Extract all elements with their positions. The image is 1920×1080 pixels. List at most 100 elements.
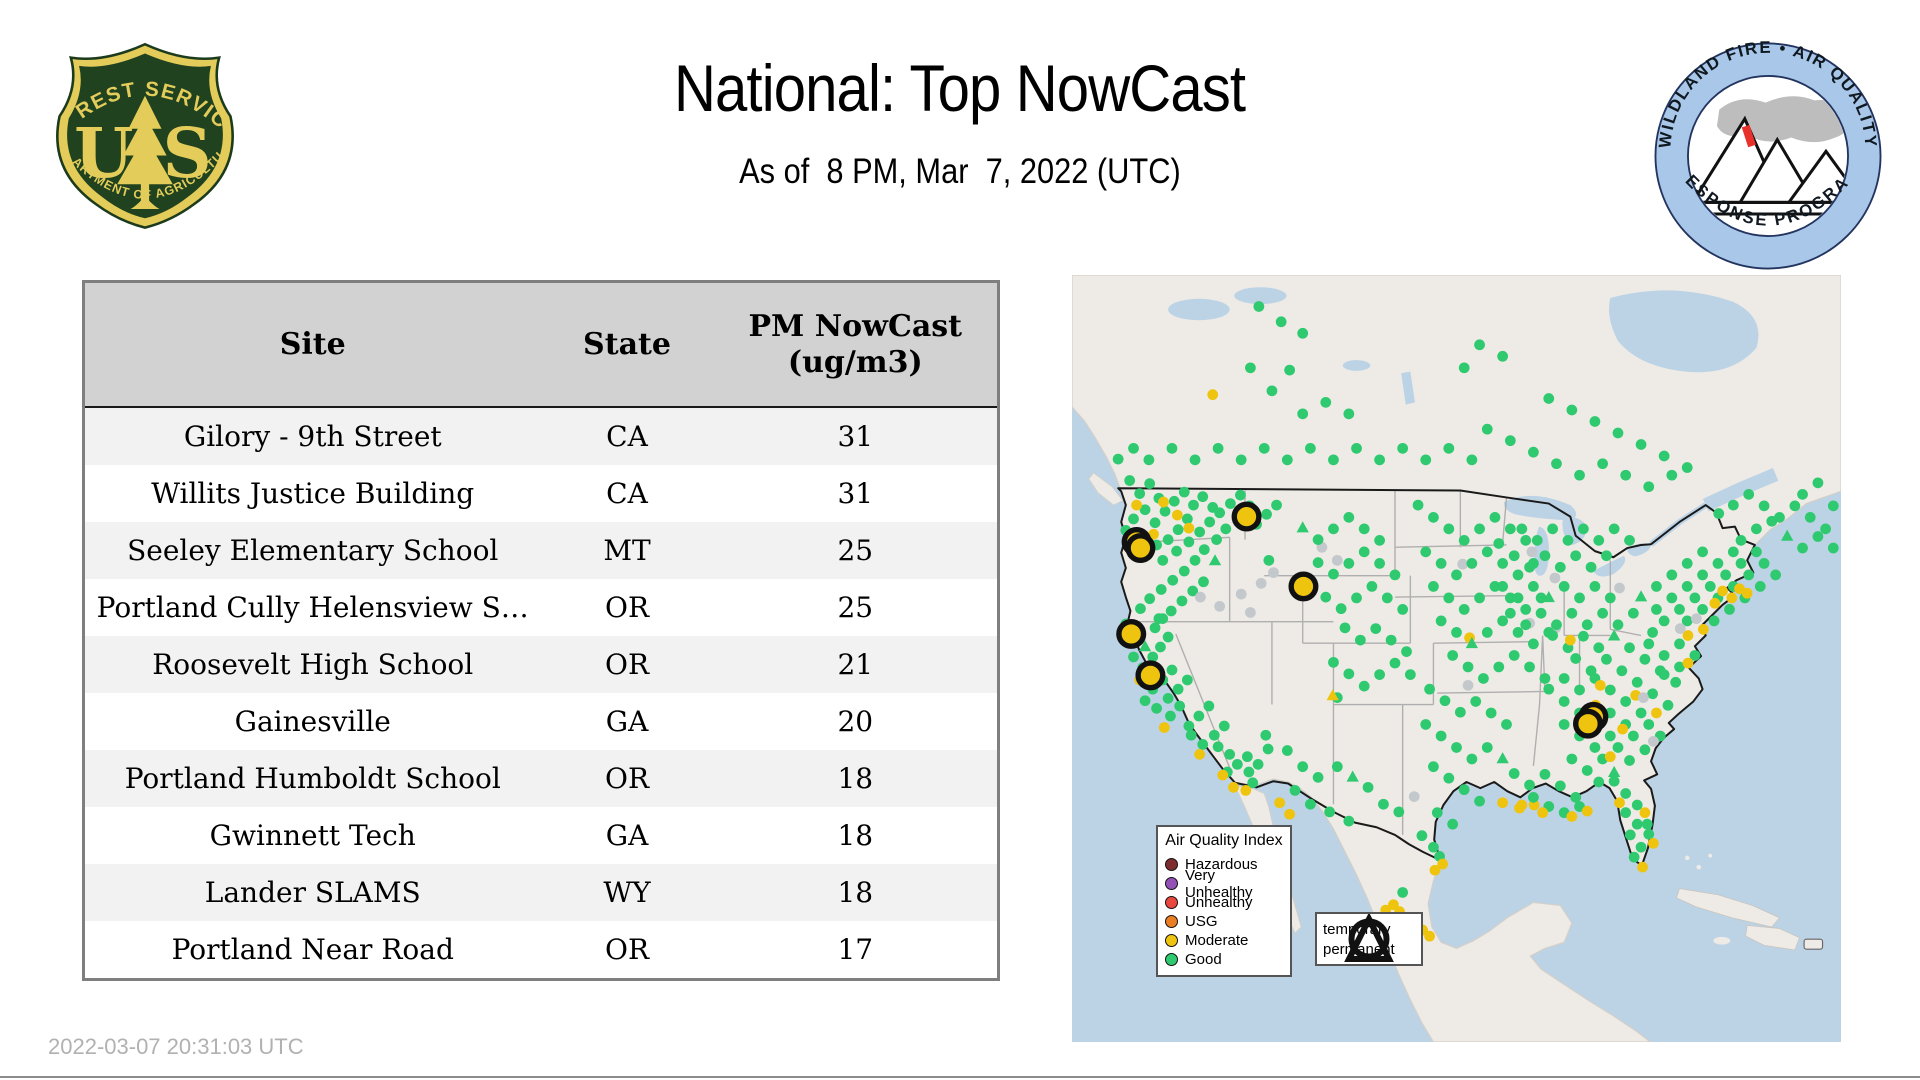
monitor-marker[interactable] [1708, 615, 1720, 627]
monitor-marker[interactable] [1203, 700, 1215, 712]
monitor-marker[interactable] [1228, 781, 1239, 793]
monitor-marker[interactable] [1258, 442, 1270, 454]
monitor-marker[interactable] [1682, 657, 1694, 669]
monitor-marker[interactable] [1658, 450, 1670, 462]
monitor-marker[interactable] [1397, 442, 1409, 454]
monitor-marker[interactable] [1128, 651, 1139, 663]
monitor-marker[interactable] [1508, 650, 1520, 661]
table-row[interactable]: Gilory - 9th Street CA 31 [83, 407, 999, 465]
monitor-marker[interactable] [1188, 499, 1199, 511]
monitor-marker[interactable] [1240, 785, 1252, 796]
monitor-marker[interactable] [1166, 442, 1178, 454]
monitor-marker[interactable] [1274, 797, 1286, 809]
monitor-marker[interactable] [1681, 558, 1693, 569]
monitor-marker[interactable] [1558, 696, 1570, 707]
monitor-marker[interactable] [1454, 706, 1466, 718]
monitor-marker[interactable] [1564, 634, 1576, 646]
table-row[interactable]: Gwinnett Tech GA 18 [83, 807, 999, 864]
monitor-marker[interactable] [1151, 702, 1162, 714]
top-site-marker[interactable] [1125, 533, 1156, 564]
monitor-marker[interactable] [1339, 622, 1351, 634]
monitor-marker[interactable] [1558, 673, 1570, 684]
monitor-marker[interactable] [1512, 627, 1524, 638]
monitor-marker[interactable] [1155, 641, 1166, 653]
monitor-marker[interactable] [1658, 615, 1670, 627]
monitor-marker[interactable] [1520, 535, 1532, 546]
monitor-marker[interactable] [1458, 362, 1470, 374]
monitor-marker[interactable] [1416, 830, 1428, 842]
monitor-marker[interactable] [1578, 630, 1589, 642]
top-site-marker[interactable] [1288, 571, 1319, 602]
monitor-marker[interactable] [1720, 569, 1732, 581]
monitor-marker[interactable] [1412, 499, 1424, 511]
monitor-marker[interactable] [1631, 676, 1643, 688]
monitor-marker[interactable] [1635, 707, 1647, 719]
monitor-marker[interactable] [1628, 851, 1640, 863]
monitor-marker[interactable] [1643, 481, 1655, 493]
monitor-marker[interactable] [1305, 442, 1316, 454]
monitor-marker[interactable] [1185, 729, 1197, 741]
monitor-marker[interactable] [1497, 350, 1509, 362]
monitor-marker[interactable] [1612, 742, 1624, 753]
monitor-marker[interactable] [1497, 558, 1509, 569]
monitor-marker[interactable] [1647, 688, 1658, 700]
monitor-marker[interactable] [1627, 730, 1639, 742]
monitor-marker[interactable] [1139, 695, 1151, 707]
monitor-marker[interactable] [1620, 469, 1632, 481]
monitor-marker[interactable] [1374, 454, 1385, 466]
monitor-marker[interactable] [1458, 604, 1470, 615]
monitor-marker[interactable] [1135, 603, 1146, 615]
monitor-marker[interactable] [1351, 442, 1362, 454]
monitor-marker[interactable] [1271, 499, 1282, 511]
monitor-marker[interactable] [1497, 797, 1509, 809]
monitor-marker[interactable] [1585, 665, 1597, 677]
monitor-marker[interactable] [1478, 673, 1489, 684]
monitor-marker[interactable] [1381, 592, 1393, 604]
monitor-marker[interactable] [1281, 454, 1293, 466]
monitor-marker[interactable] [1674, 638, 1685, 650]
monitor-marker[interactable] [1566, 811, 1578, 822]
monitor-marker[interactable] [1165, 710, 1176, 722]
monitor-marker[interactable] [1612, 619, 1624, 631]
monitor-marker[interactable] [1435, 558, 1447, 569]
monitor-marker[interactable] [1458, 535, 1470, 546]
monitor-marker[interactable] [1608, 523, 1620, 535]
monitor-marker[interactable] [1589, 416, 1601, 427]
monitor-marker[interactable] [1493, 661, 1505, 673]
monitor-marker[interactable] [1374, 669, 1385, 680]
table-row[interactable]: Seeley Elementary School MT 25 [83, 522, 999, 579]
monitor-marker[interactable] [1651, 707, 1662, 719]
monitor-marker[interactable] [1404, 669, 1416, 680]
monitor-marker[interactable] [1658, 669, 1670, 680]
monitor-marker[interactable] [1712, 558, 1724, 569]
monitor-marker[interactable] [1574, 469, 1585, 481]
monitor-marker[interactable] [1624, 755, 1635, 766]
monitor-marker[interactable] [1144, 478, 1156, 489]
monitor-marker[interactable] [1281, 745, 1293, 756]
monitor-marker[interactable] [1727, 499, 1739, 511]
monitor-marker[interactable] [1558, 581, 1570, 592]
monitor-marker[interactable] [1743, 569, 1755, 581]
monitor-marker[interactable] [1289, 785, 1301, 796]
monitor-marker[interactable] [1651, 581, 1662, 592]
monitor-marker[interactable] [1181, 674, 1193, 686]
monitor-marker[interactable] [1162, 534, 1174, 545]
monitor-marker[interactable] [1183, 720, 1195, 732]
monitor-marker[interactable] [1466, 753, 1478, 765]
monitor-marker[interactable] [1470, 696, 1482, 707]
monitor-marker[interactable] [1554, 561, 1566, 573]
monitor-marker[interactable] [1481, 742, 1493, 753]
monitor-marker[interactable] [1128, 442, 1139, 454]
monitor-marker[interactable] [1393, 806, 1405, 818]
monitor-marker[interactable] [1581, 619, 1593, 631]
monitor-marker[interactable] [1501, 719, 1512, 730]
monitor-marker[interactable] [1766, 515, 1778, 527]
monitor-marker[interactable] [1666, 569, 1678, 581]
monitor-marker[interactable] [1789, 500, 1801, 512]
monitor-marker[interactable] [1284, 808, 1296, 820]
monitor-marker[interactable] [1631, 799, 1643, 811]
monitor-marker[interactable] [1674, 623, 1686, 634]
monitor-marker[interactable] [1516, 799, 1528, 811]
monitor-marker[interactable] [1524, 561, 1535, 573]
monitor-marker[interactable] [1343, 558, 1355, 569]
